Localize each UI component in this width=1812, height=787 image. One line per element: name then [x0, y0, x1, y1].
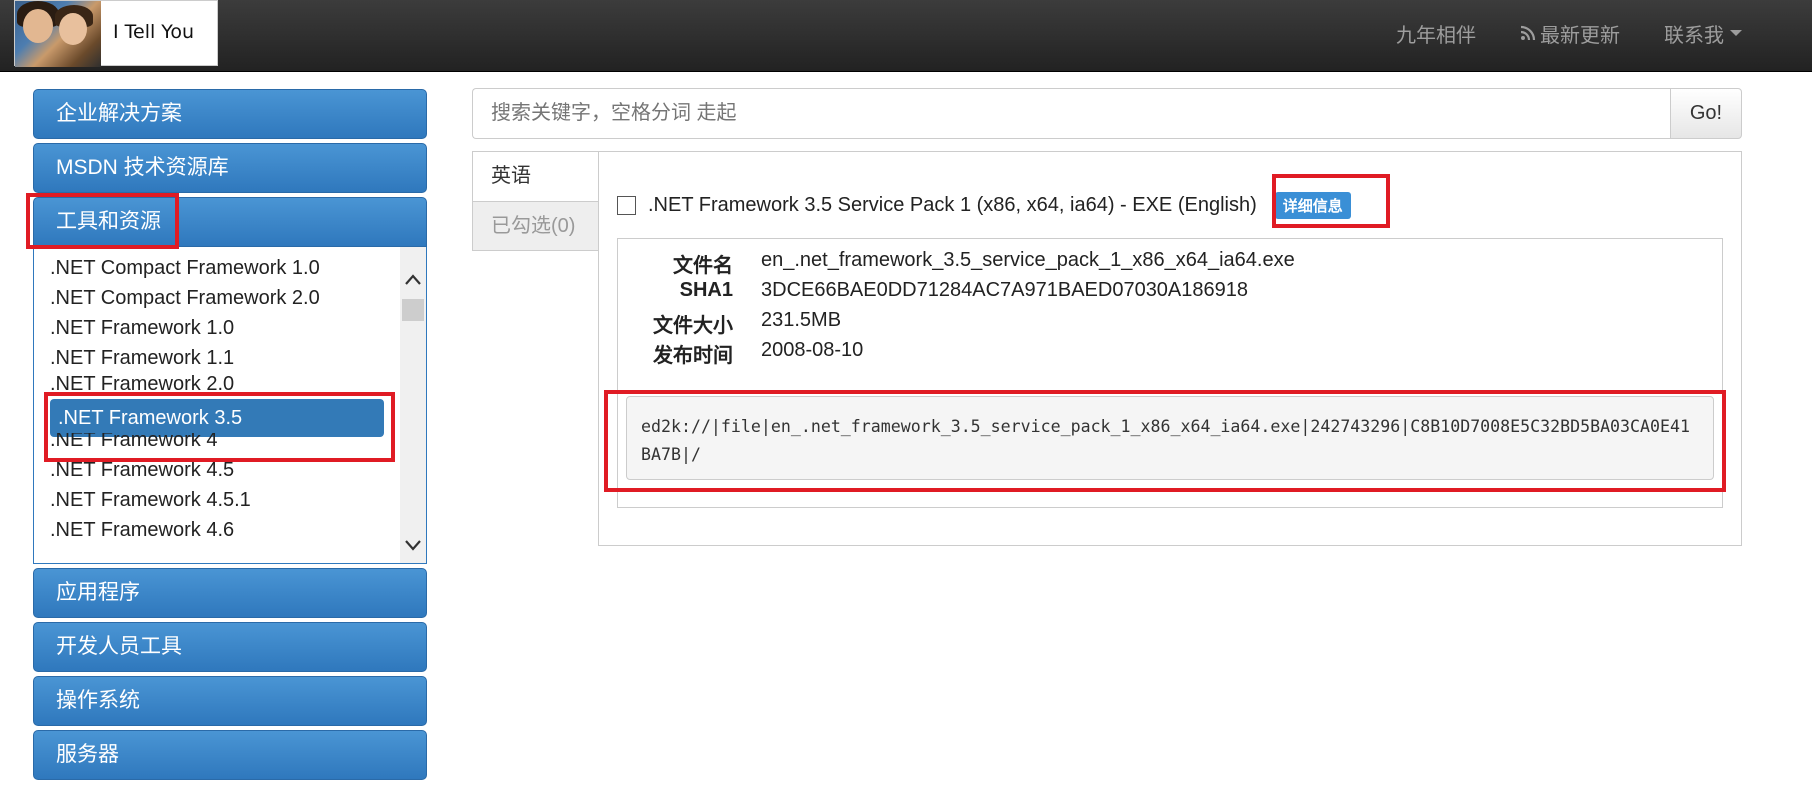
details-badge[interactable]: 详细信息: [1274, 192, 1351, 219]
site-logo[interactable]: I Tell You: [14, 0, 218, 67]
nav-links: 九年相伴 最新更新 联系我: [1396, 0, 1742, 66]
chevron-down-icon[interactable]: [400, 532, 426, 558]
sidebar: 企业解决方案 MSDN 技术资源库 工具和资源 .NET Compact Fra…: [33, 89, 427, 784]
ed2k-link[interactable]: ed2k://|file|en_.net_framework_3.5_servi…: [626, 396, 1714, 480]
logo-image: [15, 1, 101, 67]
tools-submenu-list: .NET Compact Framework 1.0 .NET Compact …: [34, 253, 400, 545]
submenu-item[interactable]: .NET Compact Framework 2.0: [34, 283, 400, 313]
language-tabs: 英语 已勾选(0): [472, 151, 599, 251]
submenu-item[interactable]: .NET Compact Framework 1.0: [34, 253, 400, 283]
size-label: 文件大小: [653, 315, 733, 337]
rss-icon: [1520, 25, 1536, 41]
nav-link-label: 九年相伴: [1396, 24, 1476, 47]
size-value: 231.5MB: [761, 309, 842, 331]
nav-link-nine-years[interactable]: 九年相伴: [1396, 19, 1476, 48]
nav-link-label: 联系我: [1664, 24, 1724, 47]
date-label: 发布时间: [653, 345, 733, 367]
search-button[interactable]: Go!: [1670, 88, 1742, 139]
tab-selected[interactable]: 已勾选(0): [472, 201, 599, 251]
search-input[interactable]: [472, 88, 1670, 139]
date-row: 发布时间 2008-08-10: [618, 339, 863, 368]
download-panel: .NET Framework 3.5 Service Pack 1 (x86, …: [598, 151, 1742, 546]
sidebar-category-os[interactable]: 操作系统: [33, 676, 427, 726]
sha1-value: 3DCE66BAE0DD71284AC7A971BAED07030A186918: [761, 279, 1249, 301]
filename-row: 文件名 en_.net_framework_3.5_service_pack_1…: [618, 249, 1295, 278]
item-title: .NET Framework 3.5 Service Pack 1 (x86, …: [648, 194, 1257, 216]
nav-link-label: 最新更新: [1540, 24, 1620, 47]
filename-value: en_.net_framework_3.5_service_pack_1_x86…: [761, 249, 1295, 271]
submenu-item[interactable]: .NET Framework 4.5: [34, 455, 400, 485]
sha1-row: SHA1 3DCE66BAE0DD71284AC7A971BAED07030A1…: [618, 279, 1248, 302]
tools-submenu: .NET Compact Framework 1.0 .NET Compact …: [33, 247, 427, 564]
item-details: 文件名 en_.net_framework_3.5_service_pack_1…: [617, 238, 1723, 508]
submenu-item[interactable]: .NET Framework 1.1: [34, 343, 400, 373]
sidebar-category-devtools[interactable]: 开发人员工具: [33, 622, 427, 672]
sha1-label: SHA1: [679, 279, 733, 301]
submenu-item[interactable]: .NET Framework 1.0: [34, 313, 400, 343]
top-navbar: I Tell You 九年相伴 最新更新 联系我: [0, 0, 1812, 72]
nav-link-contact[interactable]: 联系我: [1664, 19, 1742, 48]
size-row: 文件大小 231.5MB: [618, 309, 841, 338]
item-checkbox[interactable]: [617, 196, 636, 215]
date-value: 2008-08-10: [761, 339, 864, 361]
caret-down-icon: [1730, 30, 1742, 36]
submenu-scrollbar[interactable]: [400, 247, 426, 563]
sidebar-category-msdn[interactable]: MSDN 技术资源库: [33, 143, 427, 193]
sidebar-category-apps[interactable]: 应用程序: [33, 568, 427, 618]
nav-link-latest-updates[interactable]: 最新更新: [1520, 19, 1620, 48]
sidebar-category-tools[interactable]: 工具和资源: [33, 197, 427, 247]
item-header: .NET Framework 3.5 Service Pack 1 (x86, …: [617, 192, 1351, 219]
submenu-item[interactable]: .NET Framework 4.6: [34, 515, 400, 545]
filename-label: 文件名: [673, 255, 733, 277]
tab-english[interactable]: 英语: [472, 151, 599, 201]
chevron-up-icon[interactable]: [400, 267, 426, 293]
sidebar-category-servers[interactable]: 服务器: [33, 730, 427, 780]
submenu-item-active[interactable]: .NET Framework 3.5: [50, 399, 384, 437]
sidebar-category-enterprise[interactable]: 企业解决方案: [33, 89, 427, 139]
submenu-item[interactable]: .NET Framework 2.0: [34, 373, 400, 395]
logo-text: I Tell You: [113, 21, 195, 43]
scrollbar-thumb[interactable]: [402, 299, 424, 321]
search-bar: Go!: [472, 88, 1742, 139]
submenu-item[interactable]: .NET Framework 4.5.1: [34, 485, 400, 515]
submenu-item[interactable]: .NET Framework 4: [34, 433, 400, 455]
